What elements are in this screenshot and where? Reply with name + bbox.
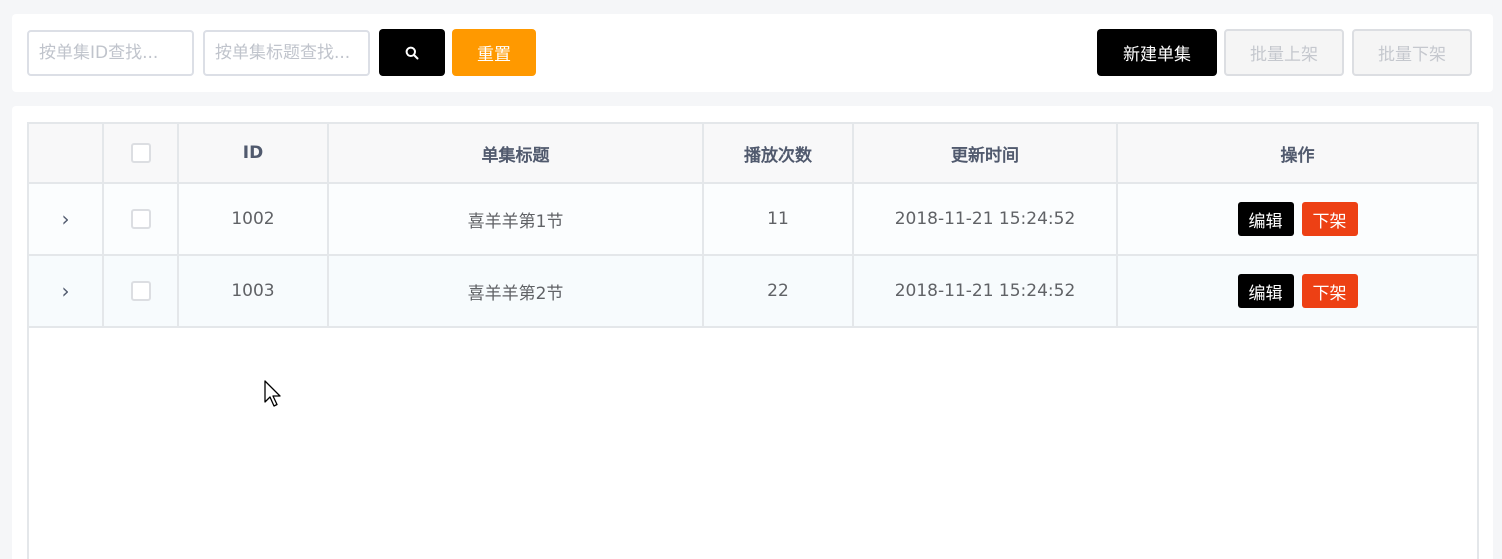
header-title[interactable]: 单集标题 <box>329 124 704 182</box>
select-cell <box>104 256 179 326</box>
header-updated[interactable]: 更新时间 <box>854 124 1118 182</box>
header-select <box>104 124 179 182</box>
search-title-input[interactable] <box>203 30 370 76</box>
select-all-checkbox[interactable] <box>130 143 151 163</box>
edit-button[interactable]: 编辑 <box>1237 202 1294 236</box>
row-checkbox[interactable] <box>130 209 151 229</box>
search-button[interactable] <box>379 29 445 76</box>
expand-cell: › <box>29 184 104 254</box>
episodes-table: ID 单集标题 播放次数 更新时间 操作 › 1002 喜羊羊第1节 11 20… <box>27 122 1479 559</box>
title-cell: 喜羊羊第2节 <box>329 256 704 326</box>
batch-unpublish-button[interactable]: 批量下架 <box>1352 29 1472 76</box>
toolbar: 重置 新建单集 批量上架 批量下架 <box>12 14 1493 92</box>
updated-cell: 2018-11-21 15:24:52 <box>854 256 1118 326</box>
id-cell: 1003 <box>179 256 329 326</box>
actions-cell: 编辑 下架 <box>1118 256 1477 326</box>
mouse-cursor-icon <box>264 380 281 407</box>
header-id[interactable]: ID <box>179 124 329 182</box>
table-card: ID 单集标题 播放次数 更新时间 操作 › 1002 喜羊羊第1节 11 20… <box>12 106 1493 559</box>
id-cell: 1002 <box>179 184 329 254</box>
expand-cell: › <box>29 256 104 326</box>
plays-cell: 22 <box>704 256 854 326</box>
batch-publish-button[interactable]: 批量上架 <box>1224 29 1344 76</box>
select-cell <box>104 184 179 254</box>
plays-cell: 11 <box>704 184 854 254</box>
updated-cell: 2018-11-21 15:24:52 <box>854 184 1118 254</box>
edit-button[interactable]: 编辑 <box>1237 274 1294 308</box>
header-plays[interactable]: 播放次数 <box>704 124 854 182</box>
search-id-input[interactable] <box>27 30 194 76</box>
header-actions: 操作 <box>1280 145 1315 166</box>
table-row: › 1003 喜羊羊第2节 22 2018-11-21 15:24:52 编辑 … <box>29 256 1477 328</box>
new-episode-button[interactable]: 新建单集 <box>1097 29 1217 76</box>
unpublish-button[interactable]: 下架 <box>1301 202 1358 236</box>
row-checkbox[interactable] <box>130 281 151 301</box>
table-row: › 1002 喜羊羊第1节 11 2018-11-21 15:24:52 编辑 … <box>29 184 1477 256</box>
actions-cell: 编辑 下架 <box>1118 184 1477 254</box>
title-cell: 喜羊羊第1节 <box>329 184 704 254</box>
table-header: ID 单集标题 播放次数 更新时间 操作 <box>29 124 1477 184</box>
chevron-right-icon[interactable]: › <box>62 279 70 303</box>
reset-button[interactable]: 重置 <box>452 29 536 76</box>
search-icon <box>405 46 419 59</box>
header-expand <box>29 124 104 182</box>
unpublish-button[interactable]: 下架 <box>1301 274 1358 308</box>
chevron-right-icon[interactable]: › <box>62 207 70 231</box>
